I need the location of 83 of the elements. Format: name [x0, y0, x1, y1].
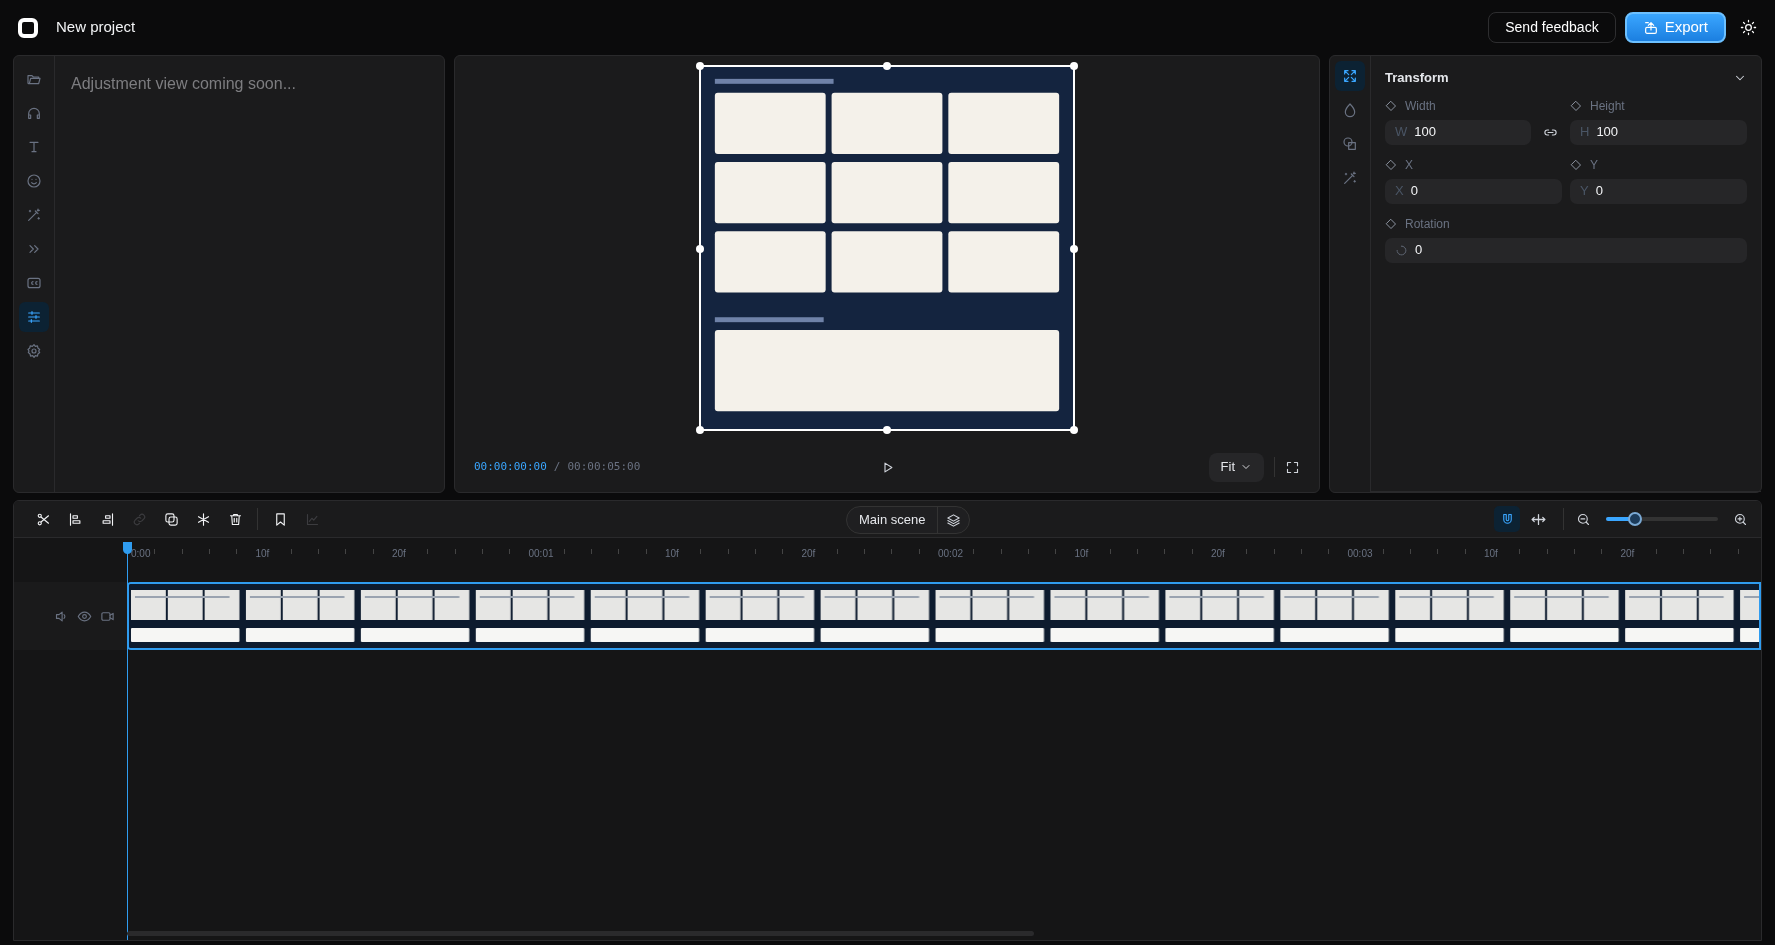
fit-dropdown[interactable]: Fit: [1208, 452, 1264, 482]
keyframe-icon[interactable]: [1385, 99, 1397, 112]
number-field[interactable]: H 100: [1570, 119, 1747, 145]
text-icon: [26, 139, 42, 155]
ruler-label: 20f: [392, 547, 406, 561]
shapes-icon: [1342, 136, 1358, 152]
snowflake-icon[interactable]: [195, 511, 211, 527]
zoom-in-icon[interactable]: [1733, 511, 1748, 527]
resize-handle[interactable]: [1070, 426, 1078, 434]
resize-handle[interactable]: [696, 245, 704, 253]
trash-icon[interactable]: [227, 511, 243, 527]
ruler-label: 00:03: [1347, 547, 1373, 561]
wand-icon: [1342, 170, 1358, 186]
placeholder-message: Adjustment view coming soon...: [71, 74, 297, 94]
field-label: X: [1405, 156, 1413, 174]
captions-icon: [26, 275, 42, 291]
time-separator: /: [553, 458, 561, 475]
eye-icon[interactable]: [77, 608, 92, 624]
headphones-icon: [26, 105, 42, 121]
ruler-label: 00:02: [938, 547, 964, 561]
theme-toggle-icon[interactable]: [1740, 19, 1757, 36]
align-left-icon[interactable]: [67, 511, 83, 527]
split-icon[interactable]: [35, 511, 51, 527]
duplicate-icon[interactable]: [163, 511, 179, 527]
field-label: Y: [1590, 156, 1598, 174]
keyframe-icon[interactable]: [1385, 158, 1397, 171]
ruler-label: 20f: [1620, 547, 1635, 561]
resize-handle[interactable]: [883, 62, 891, 70]
fullscreen-icon[interactable]: [1285, 459, 1300, 475]
field-value: 100: [1414, 123, 1436, 142]
feedback-button[interactable]: Send feedback: [1488, 12, 1616, 43]
field-prefix: Y: [1580, 182, 1589, 201]
resize-handle[interactable]: [1070, 245, 1078, 253]
rotate-icon: [1395, 243, 1408, 257]
field-value: 100: [1596, 123, 1619, 142]
smiley-icon: [26, 173, 42, 189]
current-time: 00:00:00:00: [474, 458, 547, 475]
project-title: New project: [56, 17, 136, 38]
resize-handle[interactable]: [883, 426, 891, 434]
sliders-icon: [26, 309, 42, 325]
slider-thumb[interactable]: [1628, 512, 1643, 526]
settings-icon: [26, 343, 42, 359]
ruler-label: 20f: [1211, 547, 1225, 561]
export-icon: [1642, 19, 1659, 36]
number-field[interactable]: 0: [1385, 237, 1747, 263]
scrollbar[interactable]: [127, 931, 1034, 936]
field-value: 0: [1595, 182, 1603, 201]
resize-handle[interactable]: [696, 62, 704, 70]
sidebar-tab[interactable]: [19, 302, 49, 332]
number-field[interactable]: X 0: [1385, 178, 1562, 204]
field-prefix: X: [1395, 182, 1404, 201]
ruler-label: 00:01: [528, 547, 554, 561]
ruler-label: 10f: [665, 547, 679, 561]
snap-toggle[interactable]: [1494, 506, 1520, 532]
ruler-label: 10f: [1074, 547, 1089, 561]
ruler-label: 10f: [1484, 547, 1498, 561]
expand-icon: [1342, 68, 1358, 84]
keyframe-icon[interactable]: [1385, 217, 1397, 230]
layers-icon: [946, 512, 962, 528]
number-field[interactable]: Y 0: [1570, 178, 1747, 204]
ruler-label: 0:00: [131, 547, 151, 561]
keyframe-icon[interactable]: [1570, 158, 1582, 171]
drop-icon: [1342, 102, 1358, 118]
ruler-label: 20f: [801, 547, 816, 561]
field-value: 0: [1410, 182, 1418, 201]
field-label: Height: [1590, 97, 1625, 115]
field-prefix: W: [1395, 123, 1408, 142]
total-duration: 00:00:05:00: [567, 458, 641, 475]
field-label: Rotation: [1405, 215, 1450, 233]
sidebar-tab[interactable]: [1335, 61, 1365, 91]
field-label: Width: [1405, 97, 1436, 115]
app-logo-icon: [18, 17, 38, 38]
field-value: 0: [1415, 241, 1423, 260]
resize-handle[interactable]: [696, 426, 704, 434]
align-right-icon[interactable]: [99, 511, 115, 527]
resize-handle[interactable]: [1070, 62, 1078, 70]
field-prefix: H: [1580, 123, 1590, 142]
wand-icon: [26, 207, 42, 223]
section-title: Transform: [1385, 69, 1449, 87]
keyframe-icon[interactable]: [1570, 99, 1582, 112]
ruler-label: 10f: [255, 547, 270, 561]
number-field[interactable]: W 100: [1385, 119, 1531, 145]
zoom-out-icon[interactable]: [1576, 511, 1591, 527]
